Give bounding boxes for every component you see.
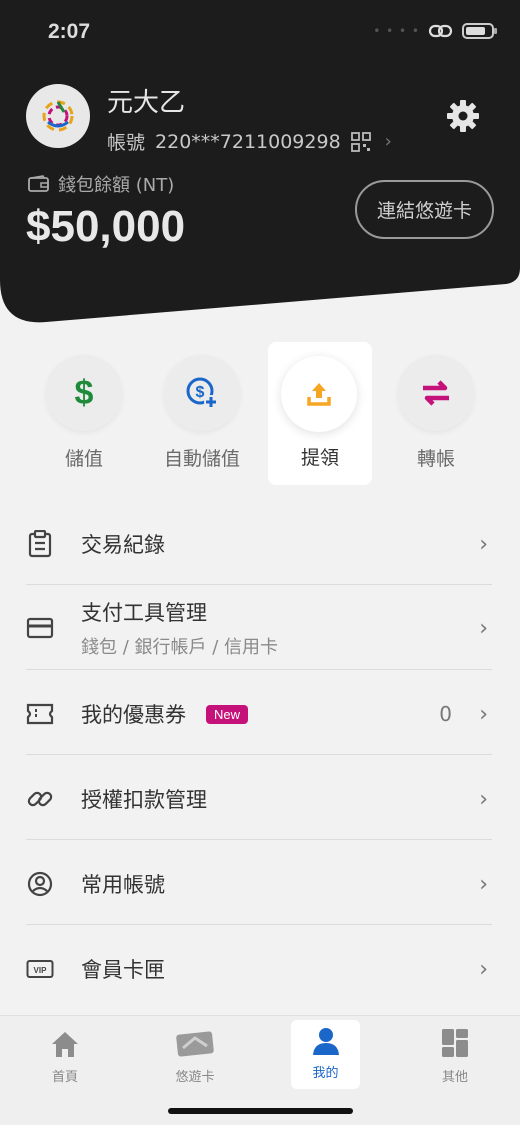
svg-text:VIP: VIP [34,966,48,975]
action-transfer[interactable]: 轉帳 [384,355,488,471]
link-easycard-button[interactable]: 連結悠遊卡 [355,180,494,239]
chevron-right-icon: › [384,131,392,152]
wallet-balance: $50,000 [26,202,186,251]
new-badge: New [206,704,249,724]
wallet-label: 錢包餘額 (NT) [28,171,174,197]
menu-item-frequent-accounts[interactable]: 常用帳號 › [26,866,492,902]
chevron-right-icon: › [479,531,488,557]
divider [26,924,492,925]
account-label: 帳號 [107,132,146,154]
header-background [0,0,520,323]
menu-item-membership-cards[interactable]: VIP 會員卡匣 › [26,951,492,987]
action-withdraw-circle [281,356,357,432]
divider [26,584,492,585]
tab-other-label: 其他 [441,1070,468,1085]
easycard-icon [150,1022,240,1058]
home-indicator [168,1108,353,1114]
battery-icon [462,23,497,39]
upload-icon [307,383,331,406]
action-transfer-circle [398,355,474,431]
menu-item-authorized-debit[interactable]: 授權扣款管理 › [26,781,492,817]
divider [26,669,492,670]
tab-mine-label: 我的 [312,1066,339,1081]
action-transfer-label: 轉帳 [416,448,455,470]
status-time: 2:07 [48,20,91,43]
svg-text:$: $ [196,384,205,401]
action-withdraw-label: 提領 [300,447,339,469]
action-auto-topup[interactable]: $ 自動儲值 [150,355,254,471]
grid-icon [410,1022,500,1058]
tab-easycard-label: 悠遊卡 [175,1070,215,1085]
account-number: 220***7211009298 [155,130,341,153]
menu-membership-cards-title: 會員卡匣 [81,958,165,982]
qr-code-icon[interactable] [350,131,371,152]
chevron-right-icon: › [479,871,488,897]
coupon-icon [26,700,54,728]
action-topup[interactable]: $ 儲值 [32,355,136,471]
coupon-count: 0 [439,702,452,726]
divider [26,754,492,755]
user-name: 元大乙 [107,88,186,118]
action-auto-topup-label: 自動儲值 [163,448,240,470]
transfer-icon [423,380,449,406]
status-icons: • • • • [373,22,497,40]
action-withdraw[interactable]: 提領 [268,342,372,485]
link-icon [26,785,54,813]
divider [26,839,492,840]
signal-icon: • • • • [373,24,420,38]
dollar-icon: $ [74,373,94,412]
menu-payment-tools-title: 支付工具管理 [81,601,207,625]
tab-easycard[interactable]: 悠遊卡 [150,1022,240,1085]
menu-item-coupons[interactable]: 我的優惠券 New 0 › [26,696,492,732]
menu-frequent-accounts-title: 常用帳號 [81,873,165,897]
link-status-icon [428,24,453,38]
home-icon [20,1022,110,1058]
tab-home[interactable]: 首頁 [20,1022,110,1085]
action-topup-label: 儲值 [64,448,103,470]
chevron-right-icon: › [479,615,488,641]
action-topup-circle: $ [46,355,122,431]
tab-home-label: 首頁 [51,1070,78,1085]
person-icon [291,1020,360,1056]
card-icon [26,614,54,642]
avatar-logo-icon [42,100,74,132]
menu-coupons-title: 我的優惠券 [81,703,186,727]
action-auto-topup-circle: $ [164,355,240,431]
tab-mine[interactable]: 我的 [291,1020,360,1089]
vip-icon: VIP [26,955,54,983]
avatar[interactable] [26,84,90,148]
menu-item-transactions[interactable]: 交易紀錄 › [26,526,492,562]
wallet-icon [28,175,49,192]
menu-authorized-debit-title: 授權扣款管理 [81,788,207,812]
settings-gear-icon[interactable] [445,98,481,134]
user-circle-icon [26,870,54,898]
chevron-right-icon: › [479,701,488,727]
wallet-label-text: 錢包餘額 (NT) [58,175,175,196]
menu-item-payment-tools[interactable]: 支付工具管理 錢包 / 銀行帳戶 / 信用卡 › [26,600,492,658]
account-row[interactable]: 帳號 220***7211009298 › [107,128,392,155]
chevron-right-icon: › [479,786,488,812]
auto-topup-icon: $ [186,377,218,409]
menu-payment-tools-subtitle: 錢包 / 銀行帳戶 / 信用卡 [81,637,279,658]
clipboard-icon [26,530,54,558]
tab-other[interactable]: 其他 [410,1022,500,1085]
menu-transactions-title: 交易紀錄 [81,533,165,557]
chevron-right-icon: › [479,956,488,982]
